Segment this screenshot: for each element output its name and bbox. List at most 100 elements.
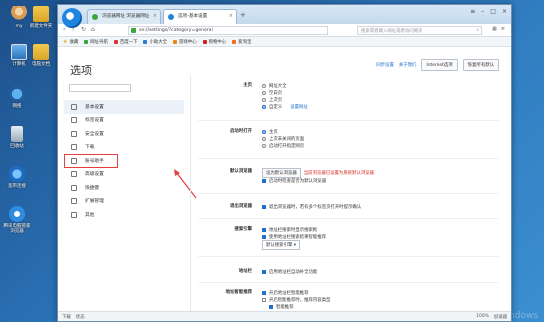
desktop-icon-label: 回收站 — [10, 144, 24, 149]
internet-options-button[interactable]: Internet选项 — [421, 59, 458, 71]
search-engine-select[interactable]: 默认搜索引擎 ▾ — [262, 240, 300, 250]
sidebar-divider — [190, 76, 191, 311]
section-label: 启动时打开 — [230, 129, 252, 134]
option-label: 启用地址栏自动补全功能 — [269, 269, 318, 275]
default-browser-row: 设为默认浏览器 当前浏览器已设置为系统默认浏览器 — [262, 167, 374, 178]
page-icon — [92, 14, 98, 20]
site-icon — [232, 39, 237, 44]
tab-settings[interactable]: 选项-基本设置 × — [163, 9, 237, 24]
set-url-link[interactable]: 设置网址 — [290, 104, 308, 110]
bookmark-item[interactable]: 网址导航 — [84, 39, 108, 45]
about-link[interactable]: 关于我们 — [399, 62, 417, 68]
zoom-level[interactable]: 100% — [476, 314, 489, 320]
checkbox-option[interactable]: 智能推荐 — [262, 303, 330, 310]
option-label: 退出浏览器时，若有多个标签页打开时提示确认 — [269, 204, 362, 210]
desktop-icon-folder[interactable]: 新建文件夹 — [26, 6, 56, 29]
bookmark-item[interactable]: 百度一下 — [113, 39, 137, 45]
bookmark-favorites[interactable]: ★ 收藏 — [63, 39, 78, 45]
bookmark-label: 游戏中心 — [179, 39, 197, 45]
radio-option[interactable]: 主页 — [262, 128, 304, 135]
close-icon[interactable]: × — [229, 13, 233, 19]
home-icon[interactable]: ⌂ — [91, 26, 95, 33]
bookmark-item[interactable]: 爱淘宝 — [232, 39, 251, 45]
section-separator — [198, 193, 499, 194]
desktop-icon-ie[interactable]: 宽带连接 — [2, 166, 32, 189]
option-label: 开启地址栏智能推荐 — [269, 290, 309, 296]
maximize-icon[interactable]: □ — [490, 8, 496, 15]
radio-option[interactable]: 上次页 — [262, 96, 308, 103]
tab-homepage[interactable]: 浏览器网址 浏览器网址 × — [87, 9, 161, 24]
desktop-icon-label: 宽带连接 — [8, 184, 26, 189]
section-separator — [198, 158, 499, 159]
radio — [262, 97, 266, 102]
checkbox-option[interactable]: 退出浏览器时，若有多个标签页打开时提示确认 — [262, 203, 361, 210]
desktop-icon-recycle-bin[interactable]: 回收站 — [2, 126, 32, 149]
search-placeholder: 搜索或者输入网址或者访问网页 — [361, 29, 423, 34]
radio — [262, 104, 266, 109]
radio — [262, 143, 266, 148]
close-window-icon[interactable]: × — [502, 8, 507, 15]
restore-defaults-button[interactable]: 恢复所有默认 — [462, 59, 499, 71]
tab-label: 浏览器网址 浏览器网址 — [102, 14, 150, 19]
radio-option[interactable]: 上次未关闭的页面 — [262, 135, 304, 142]
checkbox-option[interactable]: 使用地址栏搜索结果智能推荐 — [262, 233, 326, 240]
checkbox-option[interactable]: 开启地址栏智能推荐 — [262, 289, 330, 296]
desktop-icon-network[interactable]: 网络 — [2, 86, 32, 109]
radio-option[interactable]: 空白页 — [262, 89, 308, 96]
minimize-icon[interactable]: – — [481, 8, 484, 15]
section-separator — [198, 218, 499, 219]
option-label: 使用地址栏搜索结果智能推荐 — [269, 234, 327, 240]
tab-bar: 浏览器网址 浏览器网址 × 选项-基本设置 × + ≡ – □ × — [58, 5, 511, 28]
accelerator-status[interactable]: 加速器 — [494, 314, 507, 320]
checkbox-option[interactable]: 启用地址栏自动补全功能 — [262, 268, 317, 275]
folder-icon — [33, 44, 49, 60]
radio-option[interactable]: 网址大全 — [262, 82, 308, 89]
address-bar: ‹ › ↻ ⌂ se://settings/?category=general … — [58, 24, 511, 37]
url-text: se://settings/?category=general — [139, 28, 213, 33]
desktop-icon-docs[interactable]: 电脑文档 — [26, 44, 56, 67]
sync-settings-link[interactable]: 同步设置 — [376, 62, 394, 68]
desktop-icon-label: 腾讯电脑管家浏览器 — [3, 224, 31, 235]
menu-icon[interactable]: ≡ — [501, 26, 505, 32]
bookmark-item[interactable]: 小助大全 — [143, 39, 167, 45]
close-icon[interactable]: × — [153, 13, 157, 19]
refresh-icon[interactable]: ↻ — [81, 26, 86, 33]
browser-logo-icon[interactable] — [62, 8, 82, 28]
bookmark-item[interactable]: 游戏中心 — [173, 39, 197, 45]
browser-360-icon — [9, 206, 25, 222]
checkbox-option[interactable]: 开启智能推荐时，推荐内容类型 — [262, 296, 330, 303]
settings-page: 选项 同步设置 关于我们 Internet选项 恢复所有默认 基本设置 标签设置… — [58, 48, 511, 311]
checkbox — [262, 290, 266, 295]
search-input[interactable]: 搜索或者输入网址或者访问网页 ⌕ — [357, 26, 482, 35]
back-icon[interactable]: ‹ — [63, 26, 65, 33]
radio-option[interactable]: 启动打开指定网页 — [262, 142, 304, 149]
radio — [262, 136, 266, 141]
option-label: 启动时检查是否为默认浏览器 — [269, 178, 327, 184]
new-tab-button[interactable]: + — [240, 11, 246, 19]
extension-icon[interactable]: ▦ — [492, 26, 497, 32]
radio — [262, 83, 266, 88]
status-right: 100% 加速器 — [476, 314, 507, 320]
download-status[interactable]: 下载 — [62, 314, 71, 320]
bookmark-label: 收藏 — [69, 39, 79, 45]
checkbox-option[interactable]: 启动时检查是否为默认浏览器 — [262, 177, 374, 184]
desktop-icon-label: 电脑文档 — [32, 62, 50, 67]
set-default-button[interactable]: 设为默认浏览器 — [262, 167, 301, 178]
checkbox-option[interactable]: 地址栏搜索时显示搜索框 — [262, 226, 326, 233]
option-label: 启动打开指定网页 — [269, 143, 305, 149]
url-input[interactable]: se://settings/?category=general — [128, 26, 328, 35]
bookmark-item[interactable]: 购物中心 — [202, 39, 226, 45]
option-label: 自定义 — [269, 104, 283, 110]
star-icon: ★ — [63, 38, 68, 45]
desktop-icon-browser[interactable]: 腾讯电脑管家浏览器 — [2, 206, 32, 235]
search-icon[interactable]: ⌕ — [477, 27, 479, 33]
tab-label: 选项-基本设置 — [178, 14, 208, 19]
select-row: 默认搜索引擎 ▾ — [262, 240, 326, 250]
radio-option[interactable]: 自定义 设置网址 — [262, 103, 308, 110]
desktop-icon-label: 网络 — [12, 104, 22, 109]
settings-page-icon — [168, 14, 174, 20]
menu-icon[interactable]: ≡ — [470, 8, 475, 15]
site-icon — [143, 39, 148, 44]
checkbox — [262, 234, 266, 239]
section-label: 搜索引擎 — [234, 227, 252, 232]
